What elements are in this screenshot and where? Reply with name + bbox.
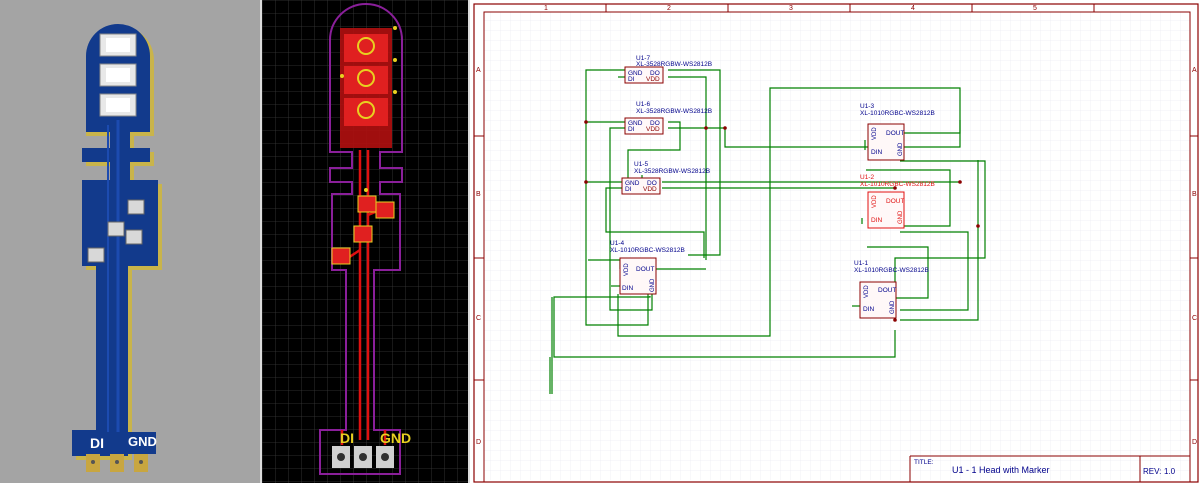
schematic-panel[interactable]: 1 2 3 4 5 A B C D A B C D U1-7 XL-3528RG…: [470, 0, 1200, 483]
pcb-layout-view: DI GND: [262, 0, 468, 483]
led-3d-1: [99, 33, 137, 57]
u1-2-part: XL-1010RGBC-WS2812B: [860, 181, 935, 188]
u1-2-pin-din: DIN: [871, 217, 883, 224]
col-number-2: 2: [667, 5, 671, 12]
u1-2-pin-dout: DOUT: [886, 198, 904, 205]
3d-label-di: DI: [90, 435, 104, 451]
u1-1-pin-vdd: VDD: [864, 285, 870, 298]
u1-3-part: XL-1010RGBC-WS2812B: [860, 110, 935, 117]
row-letter-a: A: [476, 67, 481, 74]
u1-4-pin-vdd: VDD: [624, 263, 630, 276]
led-3d-2: [99, 63, 137, 87]
u1-3-pin-gnd: GND: [898, 142, 904, 156]
col-number-1: 1: [544, 5, 548, 12]
led-3d-7: [87, 247, 105, 263]
row-letter-a-right: A: [1192, 67, 1197, 74]
u1-1-part: XL-1010RGBC-WS2812B: [854, 267, 929, 274]
u1-3-pin-dout: DOUT: [886, 130, 904, 137]
title-label: TITLE:: [914, 459, 934, 466]
u1-6-pin-vdd: VDD: [646, 126, 660, 133]
u1-7-pin-vdd: VDD: [646, 76, 660, 83]
led-3d-5: [107, 221, 125, 237]
u1-3-ref: U1-3: [860, 103, 874, 110]
u1-2-ref: U1-2: [860, 174, 874, 181]
row-letter-d: D: [476, 439, 481, 446]
pcb-bottom-pads: [332, 446, 394, 468]
u1-7-pin-di: DI: [628, 76, 635, 83]
u1-4-pin-din: DIN: [622, 285, 634, 292]
u1-4-ref: U1-4: [610, 240, 624, 247]
u1-5-part: XL-3528RGBW-WS2812B: [634, 168, 710, 175]
u1-1-pin-dout: DOUT: [878, 287, 896, 294]
3d-board-view: DI GND: [0, 0, 260, 483]
u1-6-pin-di: DI: [628, 126, 635, 133]
u1-6-part: XL-3528RGBW-WS2812B: [636, 108, 712, 115]
pcb-layout-panel[interactable]: DI GND: [262, 0, 468, 483]
row-letter-d-right: D: [1192, 439, 1197, 446]
col-number-4: 4: [911, 5, 915, 12]
u1-6-ref: U1-6: [636, 101, 650, 108]
3d-label-gnd: GND: [128, 434, 157, 449]
u1-2-pin-vdd: VDD: [872, 195, 878, 208]
u1-1-pin-gnd: GND: [890, 300, 896, 314]
pcb-label-di: DI: [340, 430, 354, 446]
u1-1-ref: U1-1: [854, 260, 868, 267]
u1-4-pin-gnd: GND: [650, 278, 656, 292]
led-3d-3: [99, 93, 137, 117]
u1-3-pin-din: DIN: [871, 149, 883, 156]
u1-4-part: XL-1010RGBC-WS2812B: [610, 247, 685, 254]
col-number-5: 5: [1033, 5, 1037, 12]
led-3d-6: [127, 199, 145, 215]
row-letter-b-right: B: [1192, 191, 1197, 198]
u1-5-pin-di: DI: [625, 186, 632, 193]
u1-5-ref: U1-5: [634, 161, 648, 168]
u1-3-pin-vdd: VDD: [872, 127, 878, 140]
rev-label: REV:: [1143, 467, 1161, 476]
pcb-head-leds: [340, 26, 397, 148]
title-value: U1 - 1 Head with Marker: [952, 465, 1050, 475]
u1-4-pin-dout: DOUT: [636, 266, 654, 273]
row-letter-b: B: [476, 191, 481, 198]
u1-1-pin-din: DIN: [863, 306, 875, 313]
row-letter-c-right: C: [1192, 315, 1197, 322]
col-number-3: 3: [789, 5, 793, 12]
rev-value: 1.0: [1164, 467, 1176, 476]
schematic-sheet: 1 2 3 4 5 A B C D A B C D U1-7 XL-3528RG…: [470, 0, 1200, 483]
3d-render-panel[interactable]: DI GND: [0, 0, 260, 483]
pcb-label-gnd: GND: [380, 430, 411, 446]
u1-5-pin-vdd: VDD: [643, 186, 657, 193]
led-3d-4: [125, 229, 143, 245]
row-letter-c: C: [476, 315, 481, 322]
u1-2-pin-gnd: GND: [898, 210, 904, 224]
